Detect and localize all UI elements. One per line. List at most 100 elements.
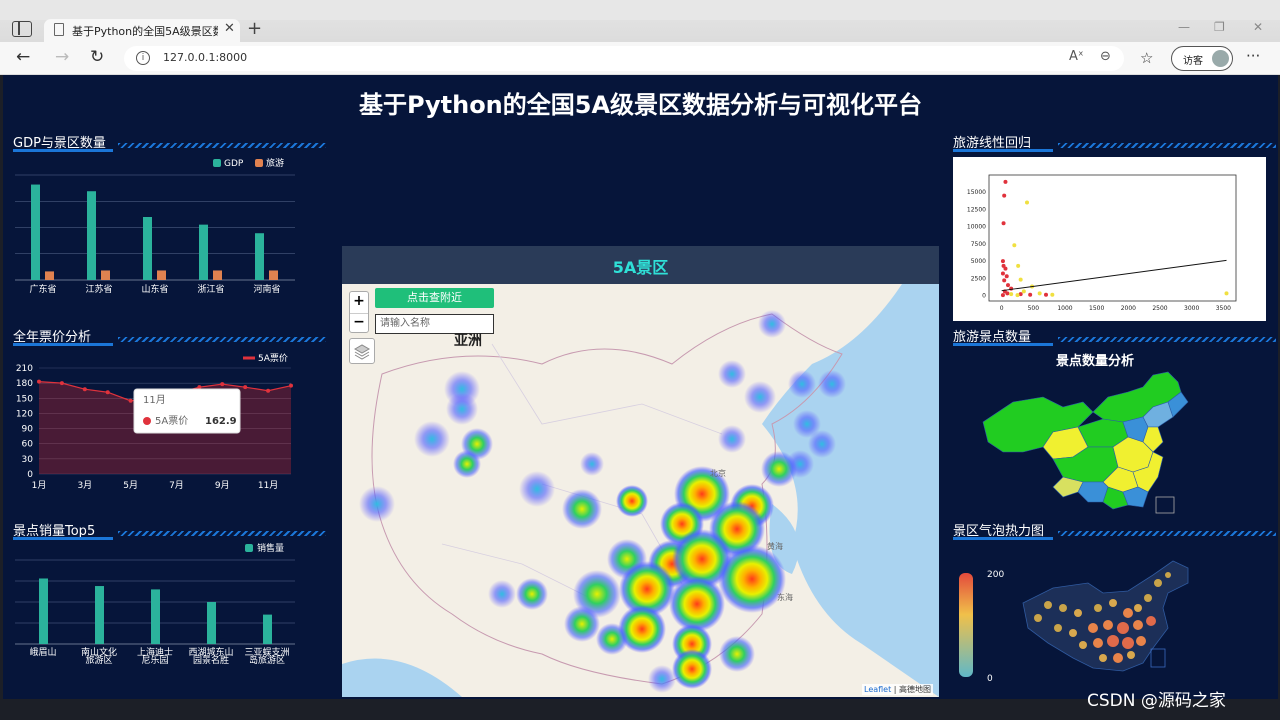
visual-map-scale[interactable] [959,573,973,677]
refresh-icon[interactable]: ↻ [90,47,104,67]
bar [157,270,166,280]
data-point [266,388,271,393]
x-tick-label: 上海迪士尼乐园 [137,646,173,665]
x-tick-label: 山东省 [141,283,168,295]
back-icon[interactable]: ← [16,47,30,67]
x-tick-label: 江苏省 [85,283,112,295]
scatter-point [1224,291,1229,296]
east-sea-label: 东海 [777,593,793,602]
read-aloud-icon[interactable]: Aˣ [1069,49,1084,64]
y-tick-label: 0 [982,292,986,299]
minimize-button[interactable]: — [1178,20,1190,34]
scatter-point [1018,277,1023,282]
x-tick-label: 0 [1000,305,1004,312]
profile-label: 访客 [1183,56,1203,67]
more-icon[interactable]: ··· [1246,47,1260,65]
heatmap-panel[interactable]: 5A景区 + − 点击查附近 请输入名称 亚洲 北京 黄海 东海 Leaflet… [342,246,939,697]
x-tick-label: 1月 [32,480,47,491]
y-tick-label: 90 [22,425,34,435]
browser-tab[interactable]: 基于Python的全国5A级景区数据 ✕ [44,19,240,42]
gdp-bar-chart[interactable]: GDP 旅游广东省 江苏省 山东省 浙江省 河南省 [3,155,303,305]
heatmap-map[interactable] [342,284,939,697]
bar [31,184,40,280]
china-choropleth [982,371,1189,514]
x-tick-label: 1000 [1057,305,1072,312]
document-icon [54,23,64,36]
attribution-separator: | [891,685,900,694]
scatter-point [1003,266,1008,271]
title-decoration [1058,143,1276,148]
y-tick-label: 0 [27,470,33,480]
scatter-point [1028,292,1033,297]
title-underline [953,149,1053,152]
scatter-point [1000,271,1005,276]
regression-scatter-chart[interactable]: 0 500 1000 1500 2000 2500 3000 3500 0 2500 5000 750… [953,157,1266,321]
scatter-point [1009,292,1014,297]
info-icon[interactable]: i [136,51,150,65]
zoom-in-button[interactable]: + [350,293,368,313]
favorites-icon[interactable]: ☆ [1140,49,1153,67]
title-decoration [118,143,326,148]
bubble-heat-map[interactable]: 200 0 [953,553,1273,693]
sales-bar-chart[interactable]: 销售量峨眉山 南山文化旅游区 上海迪士尼乐园西湖城东山园景名胜三亚蜈支洲岛旅游区 [3,540,303,665]
zoom-out-button[interactable]: − [350,313,368,333]
y-tick-label: 10000 [967,224,986,231]
legend-label: GDP [224,159,244,169]
title-decoration [1058,337,1276,342]
bar [87,191,96,280]
bar [101,270,110,280]
url-text[interactable]: 127.0.0.1:8000 [163,51,247,64]
tab-title: 基于Python的全国5A级景区数据 [72,25,218,38]
x-tick-label: 浙江省 [197,283,224,295]
bar [151,589,160,644]
x-tick-label: 500 [1028,305,1040,312]
forward-icon[interactable]: → [55,47,69,67]
bar [39,578,48,644]
data-point [82,387,87,392]
title-decoration [118,531,326,536]
data-point [59,381,64,386]
y-tick-label: 120 [16,409,33,419]
find-nearby-button[interactable]: 点击查附近 [375,288,494,308]
regression-plot-box: 0 500 1000 1500 2000 2500 3000 3500 0 2500 5000 750… [953,157,1266,321]
zoom-icon[interactable]: ⊖ [1100,49,1111,64]
map-header-title: 5A景区 [612,258,669,277]
x-tick-label: 7月 [169,480,184,491]
scatter-point [1016,263,1021,268]
x-tick-label: 西湖城东山园景名胜 [188,646,233,665]
y-tick-label: 15000 [967,189,986,196]
tooltip-value: 162.9 [205,416,237,427]
count-choropleth-map[interactable]: 景点数量分析 [953,347,1273,515]
address-bar[interactable]: i 127.0.0.1:8000 Aˣ ⊖ [124,46,1124,71]
x-tick-label: 5月 [123,480,138,491]
leaflet-link[interactable]: Leaflet [864,685,891,694]
watermark: CSDN @源码之家 [1087,691,1226,711]
ticket-line-chart[interactable]: 5A票价 0 30 60 90 120 150 180 210 1月 3月 5月 7月 9月 11月 11月 5… [3,350,303,495]
close-window-button[interactable]: ✕ [1253,20,1263,34]
y-tick-label: 30 [22,455,34,465]
bar [143,217,152,280]
new-tab-icon[interactable]: + [247,18,262,39]
scale-max-label: 200 [987,570,1004,580]
browser-tab-bar: 基于Python的全国5A级景区数据 ✕ + — ❐ ✕ [0,0,1280,42]
scatter-point [1050,292,1055,297]
bar [269,270,278,280]
data-point [128,398,133,403]
maximize-button[interactable]: ❐ [1214,20,1225,34]
tab-close-icon[interactable]: ✕ [224,21,235,36]
y-tick-label: 5000 [971,258,986,265]
profile-button[interactable]: 访客 [1171,46,1233,71]
bar [213,270,222,280]
page-title: 基于Python的全国5A级景区数据分析与可视化平台 [358,91,923,119]
plot-frame [988,174,1237,302]
sidebar-toggle-icon[interactable] [12,21,32,37]
x-tick-label: 河南省 [253,283,280,295]
layers-icon[interactable] [349,338,375,364]
y-tick-label: 180 [16,379,33,389]
scatter-point [1004,274,1009,279]
scatter-point [1037,291,1042,296]
scatter-point [1021,289,1026,294]
bar [207,602,216,644]
bar [45,271,54,280]
x-tick-label: 11月 [258,480,278,491]
